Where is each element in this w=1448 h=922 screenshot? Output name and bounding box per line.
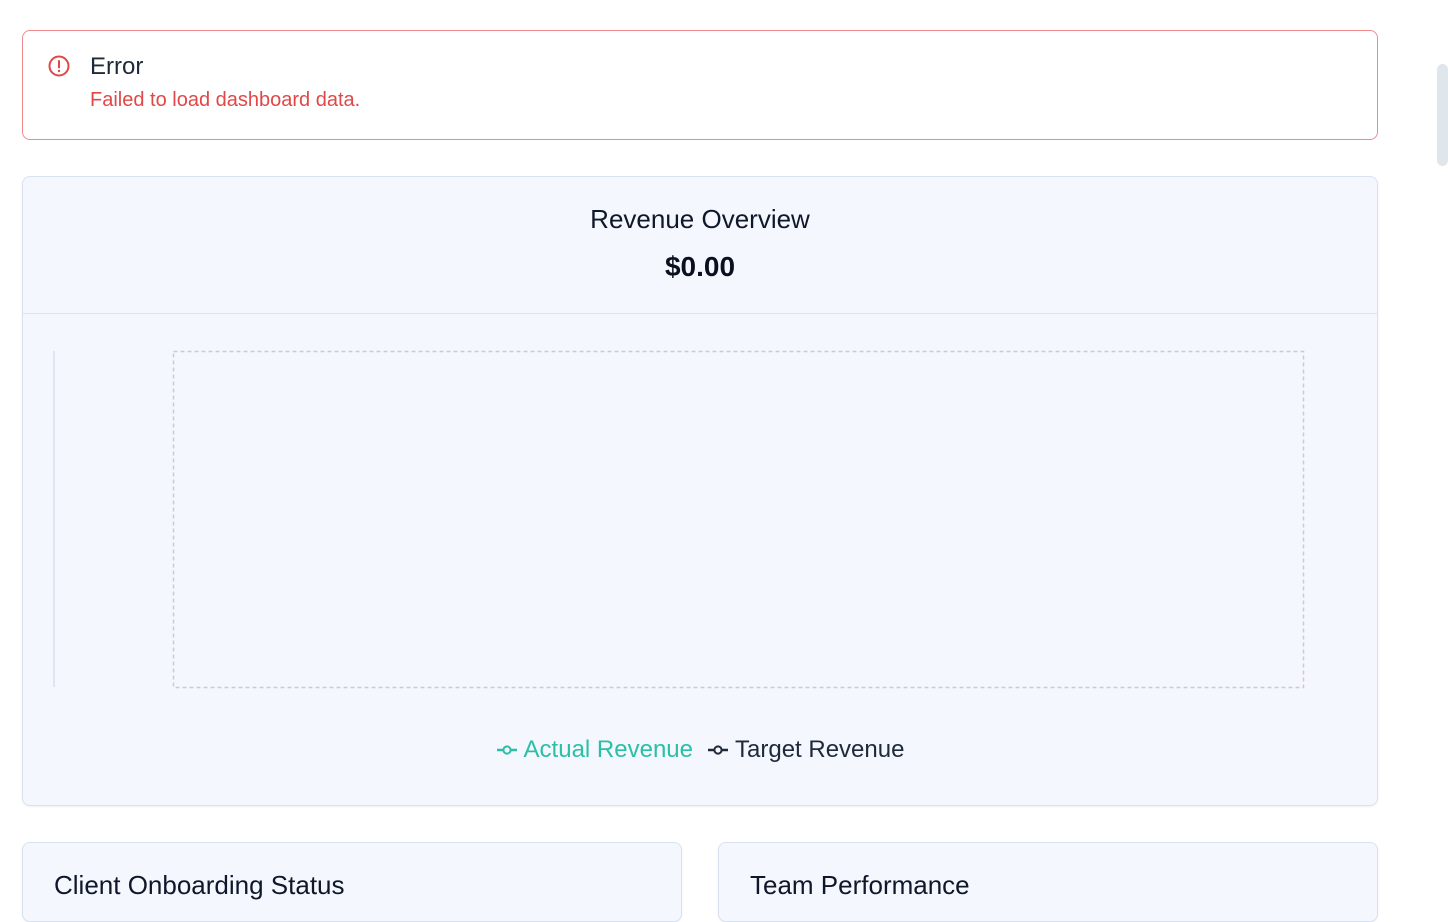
line-dot-icon [496, 745, 517, 755]
line-dot-icon [708, 745, 728, 755]
revenue-total: $0.00 [664, 251, 736, 282]
revenue-overview-card: Revenue Overview $0.00 Actual Revenue Ta… [22, 176, 1378, 806]
legend-item-actual-revenue[interactable]: Actual Revenue [496, 735, 693, 765]
alert-circle-icon [48, 55, 70, 77]
client-onboarding-title: Client Onboarding Status [54, 870, 345, 900]
error-alert: Error Failed to load dashboard data. [22, 30, 1378, 140]
team-performance-card: Team Performance [718, 842, 1378, 922]
legend-item-target-revenue[interactable]: Target Revenue [707, 735, 904, 765]
alert-title: Error [90, 53, 144, 80]
legend-label-target-revenue: Target Revenue [735, 736, 905, 763]
client-onboarding-card: Client Onboarding Status [22, 842, 682, 922]
revenue-card-header: Revenue Overview $0.00 [23, 177, 1377, 314]
alert-message: Failed to load dashboard data. [90, 89, 361, 111]
chart-legend: Actual Revenue Target Revenue [23, 735, 1377, 765]
revenue-chart [53, 350, 1305, 689]
revenue-title: Revenue Overview [590, 204, 810, 234]
team-performance-title: Team Performance [750, 870, 970, 900]
chart-plot-area [172, 350, 1305, 689]
legend-label-actual-revenue: Actual Revenue [523, 736, 693, 763]
scrollbar-thumb[interactable] [1437, 64, 1448, 166]
